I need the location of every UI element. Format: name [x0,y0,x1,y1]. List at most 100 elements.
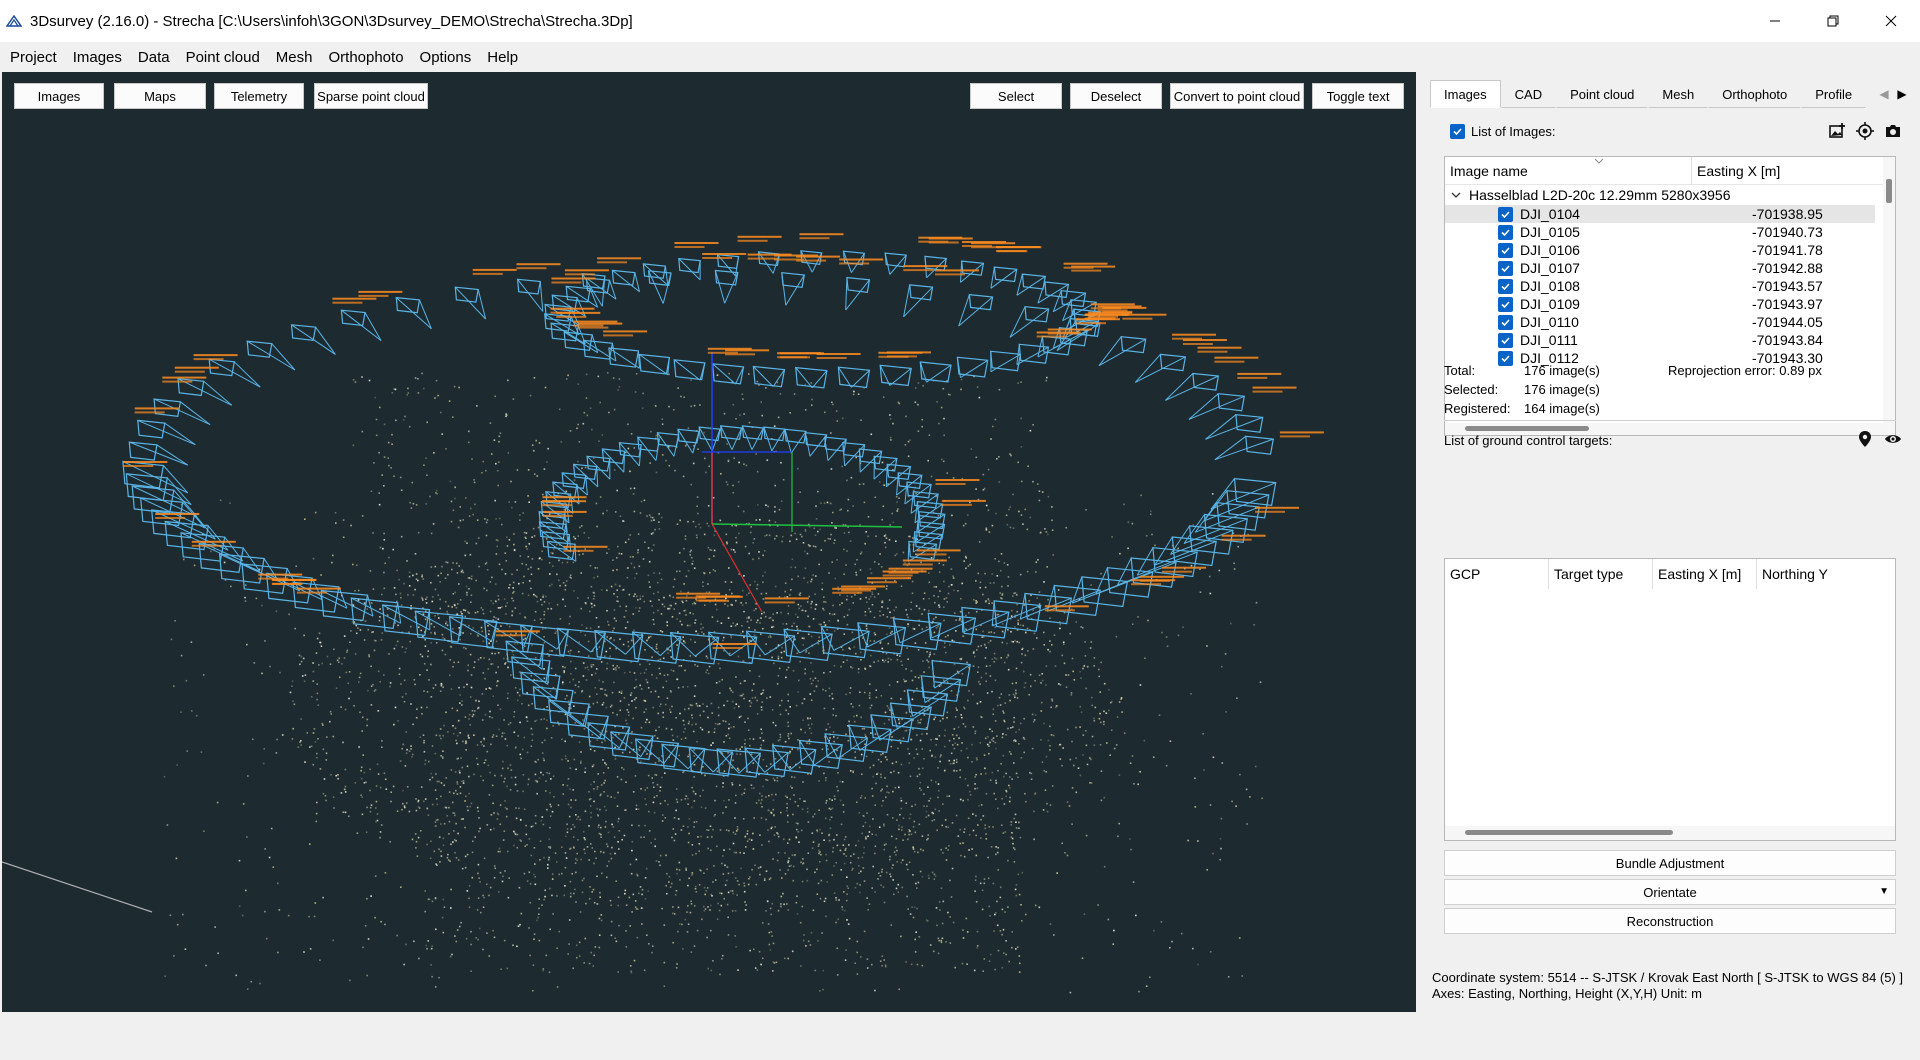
table-row[interactable]: DJI_0105 -701940.73 [1445,223,1875,241]
list-of-images-checkbox[interactable] [1450,124,1465,139]
row-checkbox[interactable] [1498,243,1513,258]
tab-cad[interactable]: CAD [1500,80,1557,108]
row-checkbox[interactable] [1498,225,1513,240]
add-image-icon[interactable] [1828,122,1846,140]
row-image-name: DJI_0109 [1520,296,1580,312]
deselect-button[interactable]: Deselect [1070,83,1162,109]
locate-icon[interactable] [1856,122,1874,140]
reprojection-error: Reprojection error: 0.89 px [1668,363,1822,378]
row-image-name: DJI_0111 [1520,332,1578,348]
registered-value: 164 image(s) [1524,401,1600,416]
selected-label: Selected: [1444,382,1499,397]
point-cloud-render[interactable] [2,72,1416,1012]
right-panel: Images CAD Point cloud Mesh Orthophoto P… [1416,72,1920,1012]
close-icon [1885,15,1897,27]
restore-button[interactable] [1804,0,1862,42]
row-checkbox[interactable] [1498,297,1513,312]
gcp-horizontal-scrollbar[interactable] [1445,826,1895,840]
menu-options[interactable]: Options [412,46,480,70]
images-vertical-scrollbar[interactable] [1883,157,1895,425]
table-row[interactable]: DJI_0111 -701943.84 [1445,331,1875,349]
images-table-header: Image name Easting X [m] [1445,157,1885,185]
select-button[interactable]: Select [970,83,1062,109]
column-gcp[interactable]: GCP [1445,559,1549,589]
dropdown-arrow-icon[interactable]: ▼ [1879,886,1889,897]
row-easting: -701943.97 [1752,296,1823,312]
map-pin-icon[interactable] [1856,430,1874,448]
3d-viewport[interactable]: Images Maps Telemetry Sparse point cloud… [2,72,1416,1012]
sparse-point-cloud-button[interactable]: Sparse point cloud [314,83,428,109]
row-easting: -701943.57 [1752,278,1823,294]
column-gcp-northing[interactable]: Northing Y [1757,559,1895,589]
coordinate-system-text: Coordinate system: 5514 -- S-JTSK / Krov… [1432,970,1904,985]
close-button[interactable] [1862,0,1920,42]
gcp-table[interactable]: GCP Target type Easting X [m] Northing Y [1444,558,1896,841]
row-checkbox[interactable] [1498,279,1513,294]
toggle-text-button[interactable]: Toggle text [1312,83,1404,109]
row-checkbox[interactable] [1498,207,1513,222]
tab-profile[interactable]: Profile [1801,80,1867,108]
camera-frustums [122,250,1277,778]
column-image-name[interactable]: Image name [1445,157,1691,185]
table-row[interactable]: DJI_0109 -701943.97 [1445,295,1875,313]
orientate-label: Orientate [1643,884,1697,900]
row-image-name: DJI_0110 [1520,314,1579,330]
row-checkbox[interactable] [1498,351,1513,366]
camera-icon[interactable] [1884,122,1902,140]
row-easting: -701941.78 [1752,242,1823,258]
camera-group-label: Hasselblad L2D-20c 12.29mm 5280x3956 [1469,187,1731,203]
table-row[interactable]: DJI_0104 -701938.95 [1445,205,1875,223]
tab-orthophoto[interactable]: Orthophoto [1708,80,1802,108]
point-cloud-points [2,372,1263,994]
menu-data[interactable]: Data [130,46,178,70]
column-gcp-easting[interactable]: Easting X [m] [1653,559,1757,589]
row-checkbox[interactable] [1498,333,1513,348]
row-image-name: DJI_0104 [1520,206,1580,222]
viewport-images-button[interactable]: Images [14,83,104,109]
convert-to-point-cloud-button[interactable]: Convert to point cloud [1170,83,1304,109]
bundle-adjustment-button[interactable]: Bundle Adjustment [1444,850,1896,876]
axes-text: Axes: Easting, Northing, Height (X,Y,H) … [1432,986,1702,1001]
table-row[interactable]: DJI_0107 -701942.88 [1445,259,1875,277]
table-row[interactable]: DJI_0106 -701941.78 [1445,241,1875,259]
chevron-down-icon[interactable] [1451,191,1461,199]
tab-scroll-left-icon[interactable]: ◀ [1876,84,1892,104]
viewport-maps-button[interactable]: Maps [114,83,206,109]
tab-images[interactable]: Images [1430,80,1501,108]
column-easting[interactable]: Easting X [m] [1692,157,1882,185]
row-checkbox[interactable] [1498,261,1513,276]
divider [1444,420,1896,421]
gcp-list-label: List of ground control targets: [1444,433,1613,448]
camera-group-row[interactable]: Hasselblad L2D-20c 12.29mm 5280x3956 [1445,185,1731,205]
restore-icon [1827,15,1839,27]
row-easting: -701942.88 [1752,260,1823,276]
tab-mesh[interactable]: Mesh [1648,80,1709,108]
minimize-button[interactable] [1746,0,1804,42]
menu-images[interactable]: Images [65,46,130,70]
table-row[interactable]: DJI_0110 -701944.05 [1445,313,1875,331]
minimize-icon [1770,20,1780,22]
menu-help[interactable]: Help [479,46,526,70]
list-of-images-toggle[interactable]: List of Images: [1444,124,1556,139]
row-easting: -701940.73 [1752,224,1823,240]
images-table[interactable]: Image name Easting X [m] Hasselblad L2D-… [1444,156,1896,436]
menu-project[interactable]: Project [0,46,65,70]
menu-point-cloud[interactable]: Point cloud [178,46,268,70]
eye-icon[interactable] [1884,430,1902,448]
row-easting: -701938.95 [1752,206,1823,222]
orientate-button[interactable]: Orientate ▼ [1444,879,1896,905]
registered-label: Registered: [1444,401,1511,416]
row-image-name: DJI_0107 [1520,260,1580,276]
menu-orthophoto[interactable]: Orthophoto [320,46,411,70]
total-value: 176 image(s) [1524,363,1600,378]
row-checkbox[interactable] [1498,315,1513,330]
column-target-type[interactable]: Target type [1549,559,1653,589]
tab-point-cloud[interactable]: Point cloud [1556,80,1649,108]
viewport-telemetry-button[interactable]: Telemetry [214,83,304,109]
menu-bar: Project Images Data Point cloud Mesh Ort… [0,46,526,70]
reconstruction-button[interactable]: Reconstruction [1444,908,1896,934]
menu-mesh[interactable]: Mesh [268,46,321,70]
tab-scroll-right-icon[interactable]: ▶ [1894,84,1910,104]
row-easting: -701943.84 [1752,332,1823,348]
table-row[interactable]: DJI_0108 -701943.57 [1445,277,1875,295]
